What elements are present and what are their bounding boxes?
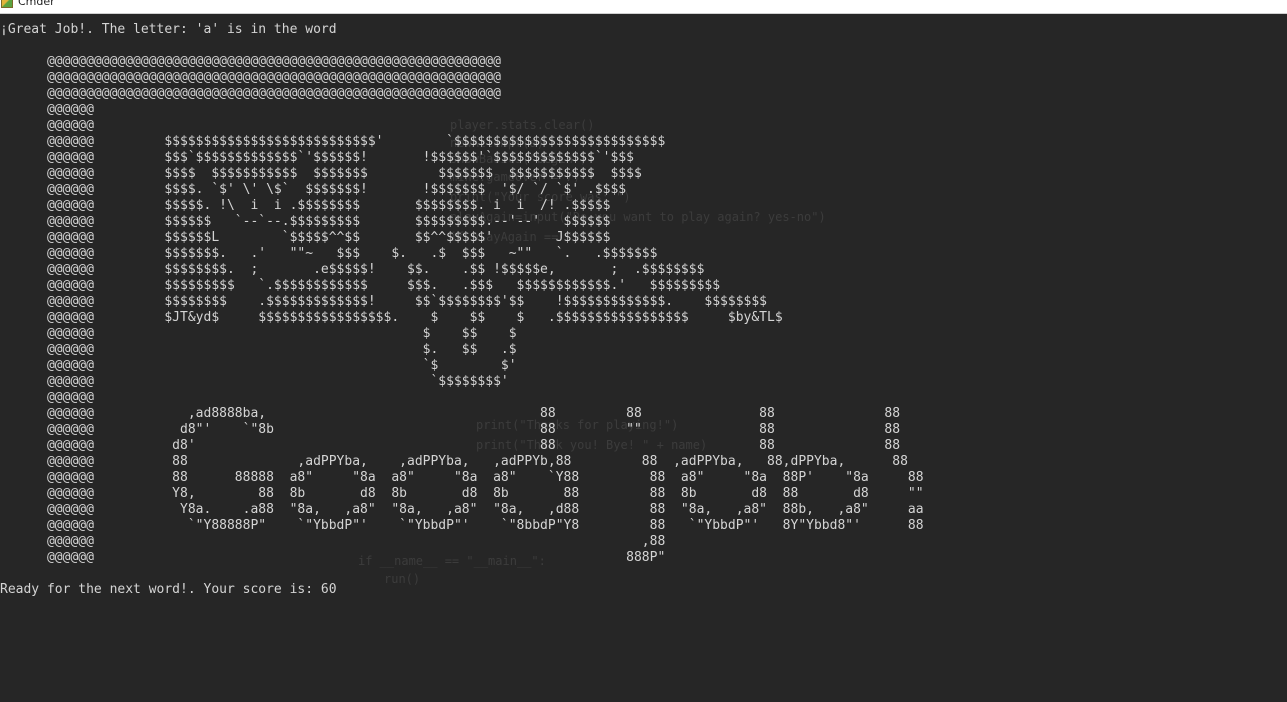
- terminal-window: Cmder player.stats.clear() newAttempt(a)…: [0, 0, 1287, 702]
- score-message: Ready for the next word!. Your score is:…: [0, 582, 337, 597]
- window-title: Cmder: [18, 0, 55, 8]
- letter-found-message: ¡Great Job!. The letter: 'a' is in the w…: [0, 22, 337, 37]
- cmder-icon: [1, 0, 13, 8]
- title-bar[interactable]: Cmder: [0, 0, 1287, 14]
- console-output[interactable]: ¡Great Job!. The letter: 'a' is in the w…: [0, 14, 1287, 702]
- ascii-art-banner: @@@@@@@@@@@@@@@@@@@@@@@@@@@@@@@@@@@@@@@@…: [46, 54, 924, 565]
